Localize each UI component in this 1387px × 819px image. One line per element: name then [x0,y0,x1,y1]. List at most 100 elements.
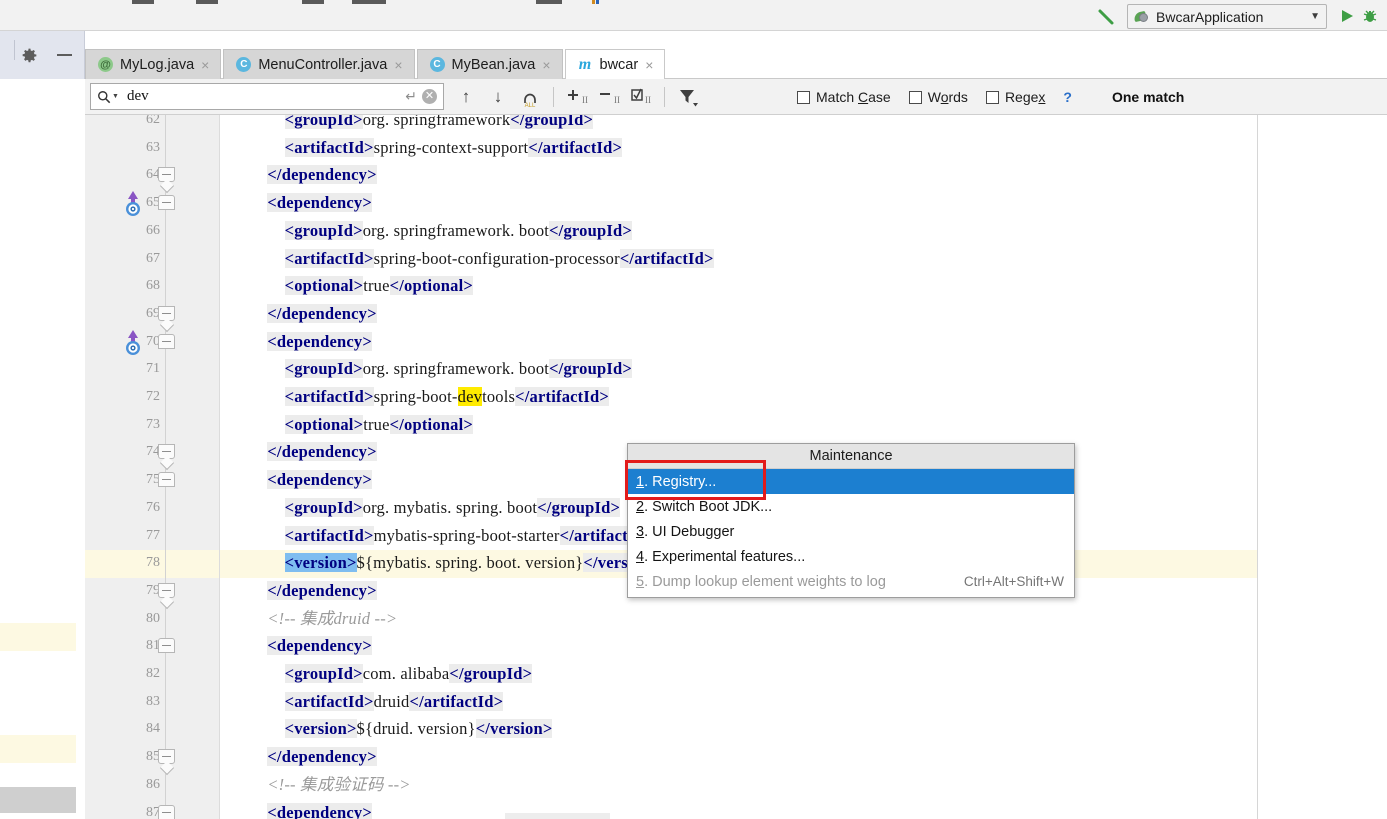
spring-leaf-icon [1133,9,1150,25]
code-fold-toggle[interactable] [158,444,175,460]
code-token: </dependency> [267,747,377,767]
toolbar-icon-cut-1[interactable] [132,0,154,4]
code-line: <optional>true</optional> [250,411,473,439]
menu-item-experimental-features[interactable]: 4. Experimental features... [628,544,1074,569]
code-line: <groupId>org. springframework. boot</gro… [250,355,632,383]
menu-item-mnemonic: 4 [636,548,645,565]
close-icon[interactable]: × [201,58,209,72]
checkbox-box[interactable] [797,90,810,104]
code-line: <dependency> [250,632,372,660]
code-line: <artifactId>spring-boot-configuration-pr… [250,245,714,273]
menu-item-ui-debugger[interactable]: 3. UI Debugger [628,519,1074,544]
tab-bwcar[interactable]: m bwcar × [564,49,666,79]
code-fold-toggle[interactable] [158,638,175,654]
horizontal-scrollbar-thumb[interactable] [0,787,76,813]
tab-mylog-java[interactable]: @ MyLog.java × [85,49,222,79]
checkbox-label: Match Case [816,89,891,105]
tab-mybean-java[interactable]: C MyBean.java × [416,49,563,79]
code-token: </groupId> [449,664,533,683]
code-line: <groupId>com. alibaba</groupId> [250,660,533,688]
checkbox-box[interactable] [985,90,999,104]
code-token: </dependency> [267,580,377,600]
match-count-status: One match [1111,89,1185,105]
code-token: true [363,414,390,434]
find-help-icon[interactable]: ? [1063,89,1072,105]
svg-text:II: II [645,95,651,105]
run-configuration-label: BwcarApplication [1156,8,1264,25]
run-play-icon[interactable] [1339,8,1355,24]
menu-item-dump-lookup-weights[interactable]: 5. Dump lookup element weights to log Ctr… [628,569,1074,594]
menu-item-label: . Experimental features... [644,548,806,565]
minimize-icon[interactable] [57,54,72,56]
menu-item-label: . Dump lookup element weights to log [644,573,886,590]
toolbar-icon-cut-6[interactable] [592,0,595,4]
tab-menucontroller-java[interactable]: C MenuController.java × [223,49,415,79]
code-token: mybatis-spring-boot-starter [373,525,560,545]
line-number: 86 [146,776,160,792]
toolbar-icon-cut-5[interactable] [536,0,562,4]
find-next-button[interactable]: ↓ [485,84,511,110]
code-fold-toggle[interactable] [158,804,175,819]
close-icon[interactable]: × [394,58,402,72]
select-all-occurrences-button[interactable]: II [628,84,654,110]
code-token: <dependency> [267,636,372,656]
search-input[interactable] [124,85,404,108]
svg-text:II: II [614,95,620,105]
toolbar-icon-cut-4[interactable] [352,0,386,4]
find-all-button[interactable]: ALL [517,84,543,110]
close-icon[interactable]: × [645,58,653,72]
code-token: <dependency> [267,331,372,351]
code-fold-toggle[interactable] [158,749,175,765]
code-fold-toggle[interactable] [158,167,175,183]
toolbar-icon-cut-2[interactable] [196,0,218,4]
add-selection-button[interactable]: II [564,84,590,110]
code-token: <artifactId> [284,691,374,711]
code-fold-toggle[interactable] [158,333,175,349]
spring-bean-gutter-icon[interactable] [122,191,144,217]
search-field-wrapper[interactable]: ▼ ↵ ✕ [90,83,444,110]
gear-icon[interactable] [22,48,37,63]
code-line: <version>${druid. version}</version> [250,715,553,743]
clear-search-icon[interactable]: ✕ [422,89,437,104]
debug-bug-icon[interactable] [1362,8,1378,24]
search-history-chevron-down-icon[interactable]: ▼ [112,93,119,100]
editor-tab-bar: @ MyLog.java × C MenuController.java × C MyBean… [0,31,1387,79]
menu-item-mnemonic: 2 [636,498,645,515]
match-case-checkbox[interactable]: Match Case [797,89,891,105]
close-icon[interactable]: × [542,58,550,72]
code-token: <dependency> [267,193,372,213]
regex-checkbox[interactable]: Regex [985,89,1045,105]
remove-selection-button[interactable]: II [596,84,622,110]
code-token: ${druid. version} [356,719,476,739]
build-hammer-icon[interactable] [1097,8,1115,26]
line-number: 75 [146,472,160,488]
words-checkbox[interactable]: Words [908,89,968,105]
code-fold-toggle[interactable] [158,582,175,598]
enter-return-icon[interactable]: ↵ [405,88,417,105]
search-icon [98,90,111,103]
code-line: <artifactId>mybatis-spring-boot-starter<… [250,522,654,550]
code-fold-toggle[interactable] [158,472,175,488]
toolbar-icon-cut-7[interactable] [596,0,599,4]
code-fold-toggle[interactable] [158,195,175,211]
chevron-down-icon: ▼ [1310,11,1320,22]
filter-button[interactable] [675,84,701,110]
spring-bean-gutter-icon[interactable] [122,329,144,356]
find-previous-button[interactable]: ↑ [453,84,479,110]
line-number: 79 [146,582,160,598]
code-token: <version> [284,719,357,739]
code-token: <artifactId> [284,525,374,545]
code-line: <!-- 集成druid --> [250,605,397,633]
checkbox-box[interactable] [908,90,922,104]
code-token: </artifactId> [528,137,623,157]
code-line: <groupId>org. springframework. boot</gro… [250,217,632,245]
run-configuration-selector[interactable]: BwcarApplication ▼ [1127,4,1327,29]
code-fold-toggle[interactable] [158,305,175,321]
toolbar-icon-cut-3[interactable] [302,0,324,4]
